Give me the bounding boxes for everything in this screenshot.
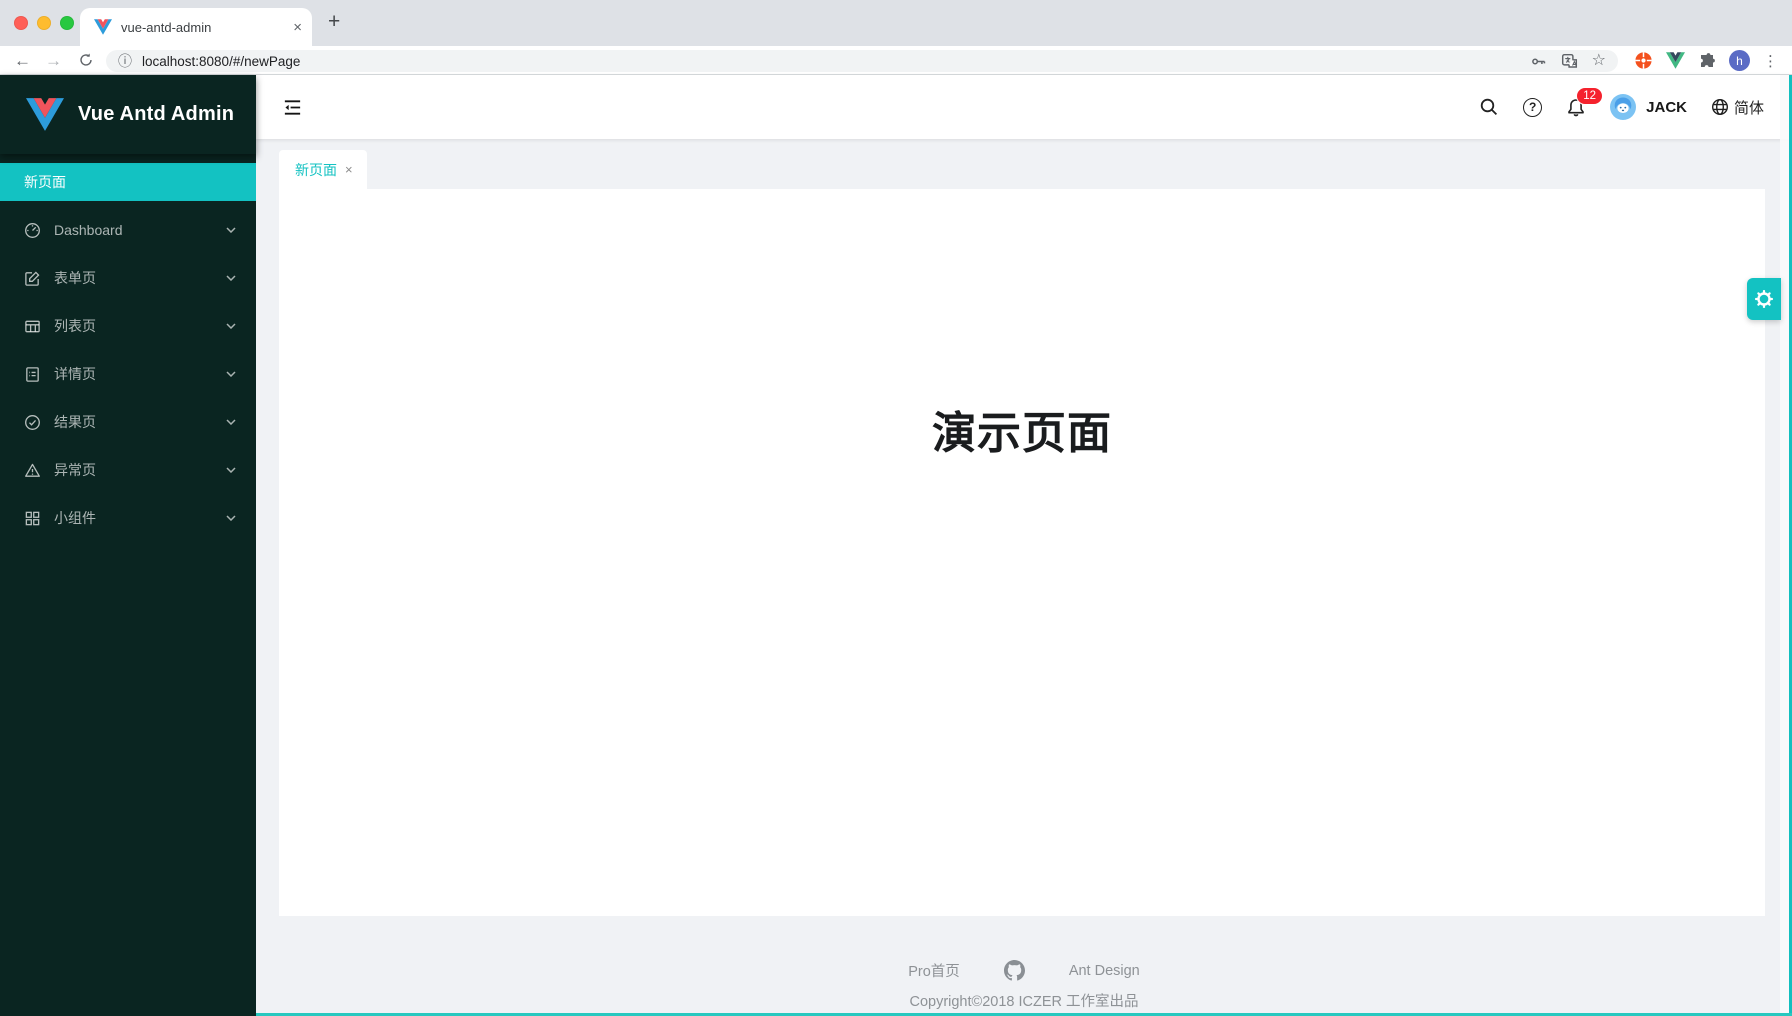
extension-area: h ⋮	[1634, 46, 1778, 75]
language-label: 简体	[1734, 97, 1764, 118]
browser-tab-bar: vue-antd-admin × +	[0, 0, 1792, 46]
page-tab-label: 新页面	[295, 160, 337, 180]
app-title: Vue Antd Admin	[78, 103, 234, 126]
sidebar-item-label: 小组件	[54, 508, 96, 528]
sidebar-item-exceptions[interactable]: 异常页	[0, 446, 256, 494]
window-close-button[interactable]	[14, 16, 28, 30]
tab-close-icon[interactable]: ×	[293, 20, 302, 35]
sidebar-item-label: 表单页	[54, 268, 96, 288]
sidebar-item-forms[interactable]: 表单页	[0, 254, 256, 302]
workspace: 新页面 × 演示页面 Pro首页 Ant Design Copyright©20…	[256, 139, 1792, 1016]
chevron-down-icon	[226, 467, 236, 473]
password-key-icon[interactable]	[1530, 53, 1547, 70]
vue-favicon-icon	[94, 19, 112, 35]
chevron-down-icon	[226, 515, 236, 521]
sidebar-item-widgets[interactable]: 小组件	[0, 494, 256, 542]
avatar	[1610, 94, 1636, 120]
extensions-puzzle-icon[interactable]	[1698, 52, 1716, 70]
chevron-down-icon	[226, 227, 236, 233]
url-text[interactable]: localhost:8080/#/newPage	[142, 54, 1530, 69]
table-icon	[24, 318, 41, 335]
browser-tab[interactable]: vue-antd-admin ×	[80, 8, 312, 46]
sidebar-item-label: Dashboard	[54, 222, 123, 238]
gear-icon	[1753, 288, 1775, 310]
content-card: 演示页面	[279, 189, 1765, 916]
form-icon	[24, 270, 41, 287]
bookmark-star-icon[interactable]: ☆	[1592, 53, 1606, 69]
extension-dart-icon[interactable]	[1634, 51, 1653, 70]
notifications-button[interactable]: 12	[1566, 97, 1586, 118]
reload-icon[interactable]	[78, 52, 94, 68]
page-tab-strip: 新页面 ×	[256, 139, 1792, 189]
chevron-down-icon	[226, 419, 236, 425]
new-tab-button[interactable]: +	[328, 10, 340, 34]
sidebar: Vue Antd Admin 新页面 Dashboard	[0, 75, 256, 1016]
chevron-down-icon	[226, 275, 236, 281]
app-logo[interactable]: Vue Antd Admin	[0, 75, 256, 154]
username-label: JACK	[1646, 99, 1687, 116]
sidebar-item-lists[interactable]: 列表页	[0, 302, 256, 350]
sidebar-item-dashboard[interactable]: Dashboard	[0, 206, 256, 254]
browser-toolbar: ← → ⓘ localhost:8080/#/newPage	[0, 46, 1792, 75]
page-footer: Pro首页 Ant Design Copyright©2018 ICZER 工作…	[256, 916, 1792, 1011]
sidebar-item-label: 列表页	[54, 316, 96, 336]
sidebar-item-results[interactable]: 结果页	[0, 398, 256, 446]
check-circle-icon	[24, 414, 41, 431]
block-icon	[24, 510, 41, 527]
address-bar[interactable]: ⓘ localhost:8080/#/newPage	[106, 50, 1618, 72]
back-icon[interactable]: ←	[14, 52, 31, 69]
language-switcher[interactable]: 简体	[1711, 97, 1764, 118]
header-actions: ? 12	[1479, 94, 1792, 120]
browser-profile-avatar[interactable]: h	[1729, 50, 1750, 71]
app-header: ? 12	[256, 75, 1792, 139]
notification-badge: 12	[1576, 87, 1603, 105]
page-tab-close-icon[interactable]: ×	[345, 162, 353, 177]
profile-icon	[24, 366, 41, 383]
forward-icon[interactable]: →	[45, 52, 62, 69]
sidebar-item-label: 结果页	[54, 412, 96, 432]
footer-link-pro-home[interactable]: Pro首页	[908, 960, 960, 981]
globe-icon	[1711, 98, 1729, 116]
sidebar-menu: Dashboard 表单页	[0, 206, 256, 542]
screen: vue-antd-admin × + ← → ⓘ localhost:8080/…	[0, 0, 1792, 1016]
dashboard-icon	[24, 222, 41, 239]
footer-link-ant-design[interactable]: Ant Design	[1069, 963, 1140, 979]
sidebar-item-label: 详情页	[54, 364, 96, 384]
github-icon[interactable]	[1004, 960, 1025, 981]
sidebar-item-label: 异常页	[54, 460, 96, 480]
page-title: 演示页面	[279, 189, 1765, 461]
sidebar-item-details[interactable]: 详情页	[0, 350, 256, 398]
site-info-icon[interactable]: ⓘ	[118, 51, 132, 71]
vue-logo-icon	[26, 98, 64, 131]
chevron-down-icon	[226, 323, 236, 329]
translate-icon[interactable]	[1561, 53, 1578, 70]
sidebar-item-newpage-active[interactable]: 新页面	[0, 163, 256, 201]
footer-copyright: Copyright©2018 ICZER 工作室出品	[256, 990, 1792, 1011]
page-tab-newpage[interactable]: 新页面 ×	[279, 150, 367, 189]
warning-icon	[24, 462, 41, 479]
chevron-down-icon	[226, 371, 236, 377]
help-icon[interactable]: ?	[1523, 98, 1542, 117]
extension-vue-devtools-icon[interactable]	[1666, 52, 1685, 69]
browser-tab-title: vue-antd-admin	[121, 20, 284, 35]
browser-menu-icon[interactable]: ⋮	[1763, 52, 1778, 70]
search-icon[interactable]	[1479, 97, 1499, 117]
window-minimize-button[interactable]	[37, 16, 51, 30]
scrollbar[interactable]	[1780, 75, 1789, 1013]
menu-fold-icon[interactable]	[282, 97, 303, 118]
user-menu[interactable]: JACK	[1610, 94, 1687, 120]
theme-settings-button[interactable]	[1747, 278, 1781, 320]
window-zoom-button[interactable]	[60, 16, 74, 30]
